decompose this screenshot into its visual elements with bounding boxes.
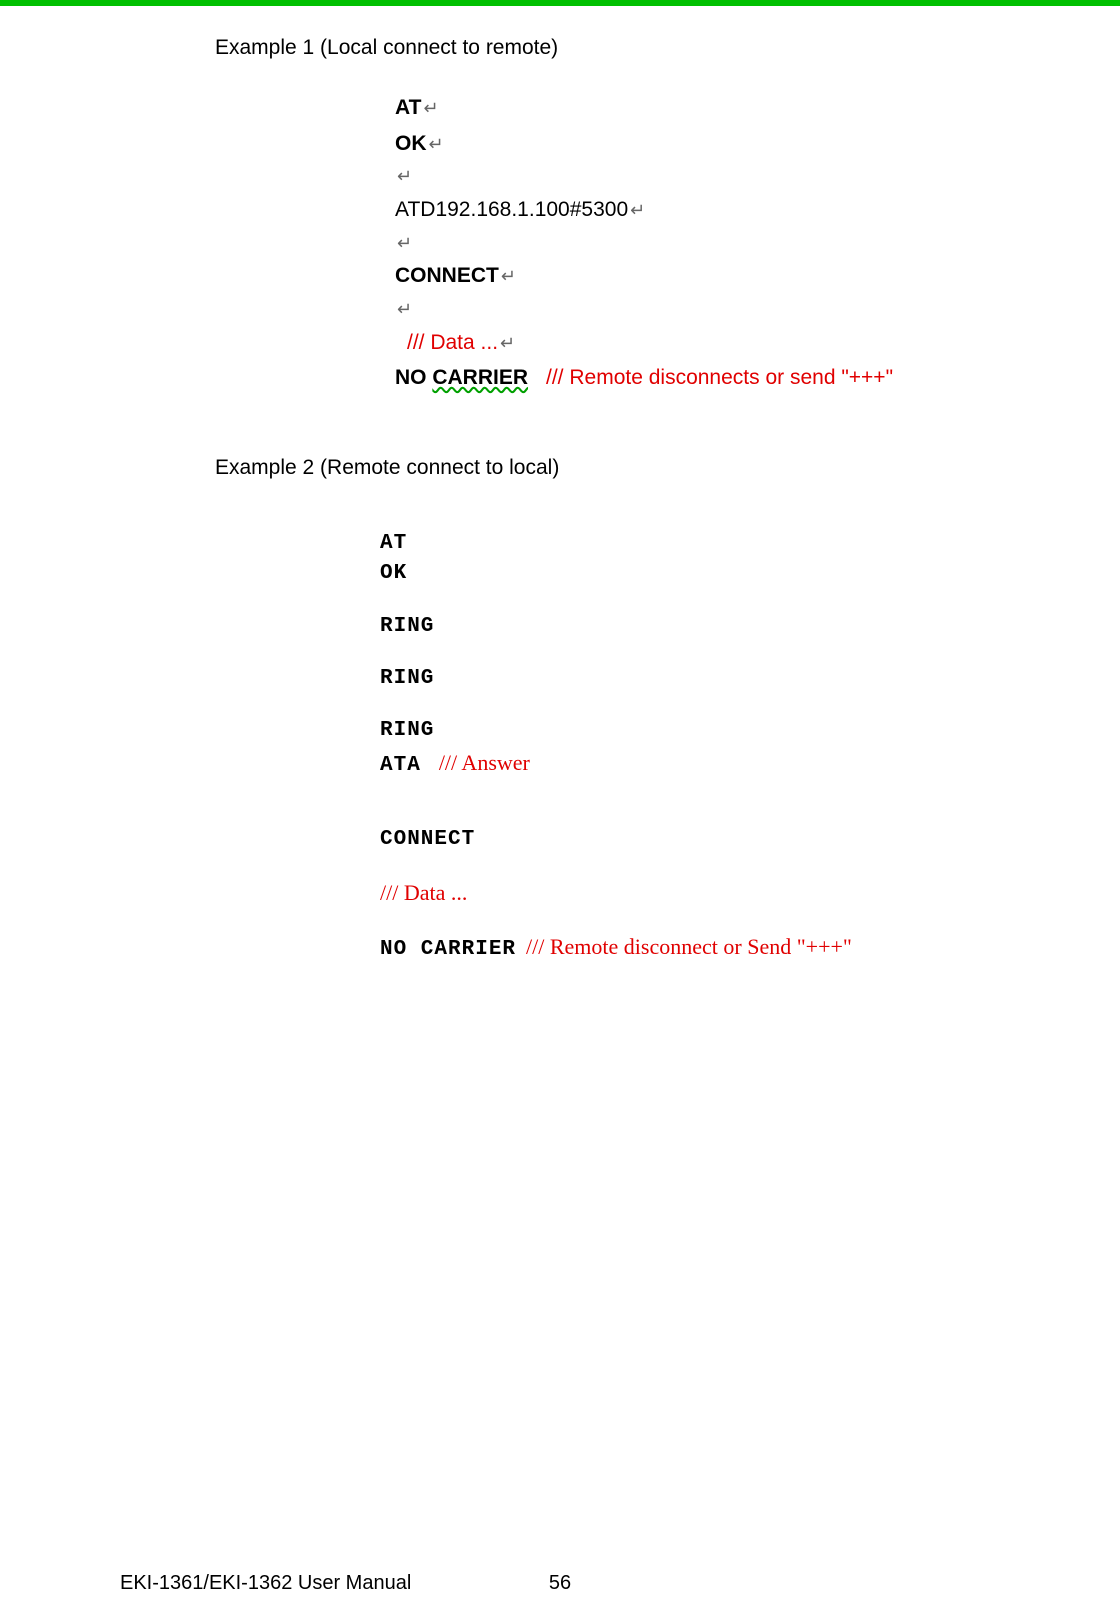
ex2-line-ring3: RING <box>380 717 1120 745</box>
ex1-ok: OK <box>395 126 427 162</box>
ex2-line-ring1: RING <box>380 613 1120 641</box>
ex2-ring: RING <box>380 717 434 745</box>
ex1-line-blank1: ↵ <box>395 161 1120 192</box>
ex2-line-ring2: RING <box>380 665 1120 693</box>
ex1-data: /// Data ... <box>407 325 498 361</box>
example1-block: AT ↵ OK ↵ ↵ ATD192.168.1.100#5300 ↵ ↵ CO… <box>395 90 1120 396</box>
example2-heading: Example 2 (Remote connect to local) <box>215 456 1120 480</box>
page-content: Example 1 (Local connect to remote) AT ↵… <box>0 6 1120 964</box>
ex2-nocarrier: NO CARRIER <box>380 936 516 964</box>
example1-heading: Example 1 (Local connect to remote) <box>215 36 1120 60</box>
ex2-line-ata: ATA /// Answer <box>380 748 1120 780</box>
ex2-line-ok: OK <box>380 560 1120 588</box>
ex1-line-at: AT ↵ <box>395 90 1120 126</box>
ex1-connect: CONNECT <box>395 258 499 294</box>
cr-icon: ↵ <box>423 93 438 124</box>
ex2-ata-note: /// Answer <box>439 748 530 778</box>
ex2-line-at: AT <box>380 530 1120 558</box>
example2-block: AT OK RING RING RING ATA /// Answer CONN… <box>380 530 1120 964</box>
ex1-line-blank2: ↵ <box>395 228 1120 259</box>
ex1-dial: ATD192.168.1.100#5300 <box>395 192 628 228</box>
ex1-nocarrier: NO CARRIER <box>395 360 528 396</box>
cr-icon: ↵ <box>501 261 516 292</box>
cr-icon: ↵ <box>397 294 412 325</box>
ex1-nocarrier-note: /// Remote disconnects or send "+++" <box>546 360 893 396</box>
footer-manual-title: EKI-1361/EKI-1362 User Manual <box>120 1572 411 1595</box>
cr-icon: ↵ <box>397 161 412 192</box>
ex2-ok: OK <box>380 560 407 588</box>
ex2-line-connect: CONNECT <box>380 826 1120 854</box>
ex1-line-ok: OK ↵ <box>395 126 1120 162</box>
ex2-ring: RING <box>380 613 434 641</box>
ex2-line-data: /// Data ... <box>380 878 1120 908</box>
ex1-line-blank3: ↵ <box>395 294 1120 325</box>
ex1-line-connect: CONNECT ↵ <box>395 258 1120 294</box>
ex2-nocarrier-note: /// Remote disconnect or Send "+++" <box>526 932 852 962</box>
ex2-ring: RING <box>380 665 434 693</box>
ex2-connect: CONNECT <box>380 826 475 854</box>
cr-icon: ↵ <box>429 129 444 160</box>
ex2-at: AT <box>380 530 407 558</box>
ex2-ata: ATA <box>380 752 421 780</box>
ex1-line-dial: ATD192.168.1.100#5300 ↵ <box>395 192 1120 228</box>
ex2-data: /// Data ... <box>380 878 467 908</box>
cr-icon: ↵ <box>397 228 412 259</box>
footer-page-number: 56 <box>549 1572 571 1595</box>
ex1-line-data: /// Data ... ↵ <box>407 325 1120 361</box>
ex2-line-nocarrier: NO CARRIER /// Remote disconnect or Send… <box>380 932 1120 964</box>
cr-icon: ↵ <box>630 195 645 226</box>
ex1-at: AT <box>395 90 421 126</box>
cr-icon: ↵ <box>500 328 515 359</box>
ex1-line-nocarrier: NO CARRIER /// Remote disconnects or sen… <box>395 360 1120 396</box>
ex1-carrier-word: CARRIER <box>432 366 528 389</box>
